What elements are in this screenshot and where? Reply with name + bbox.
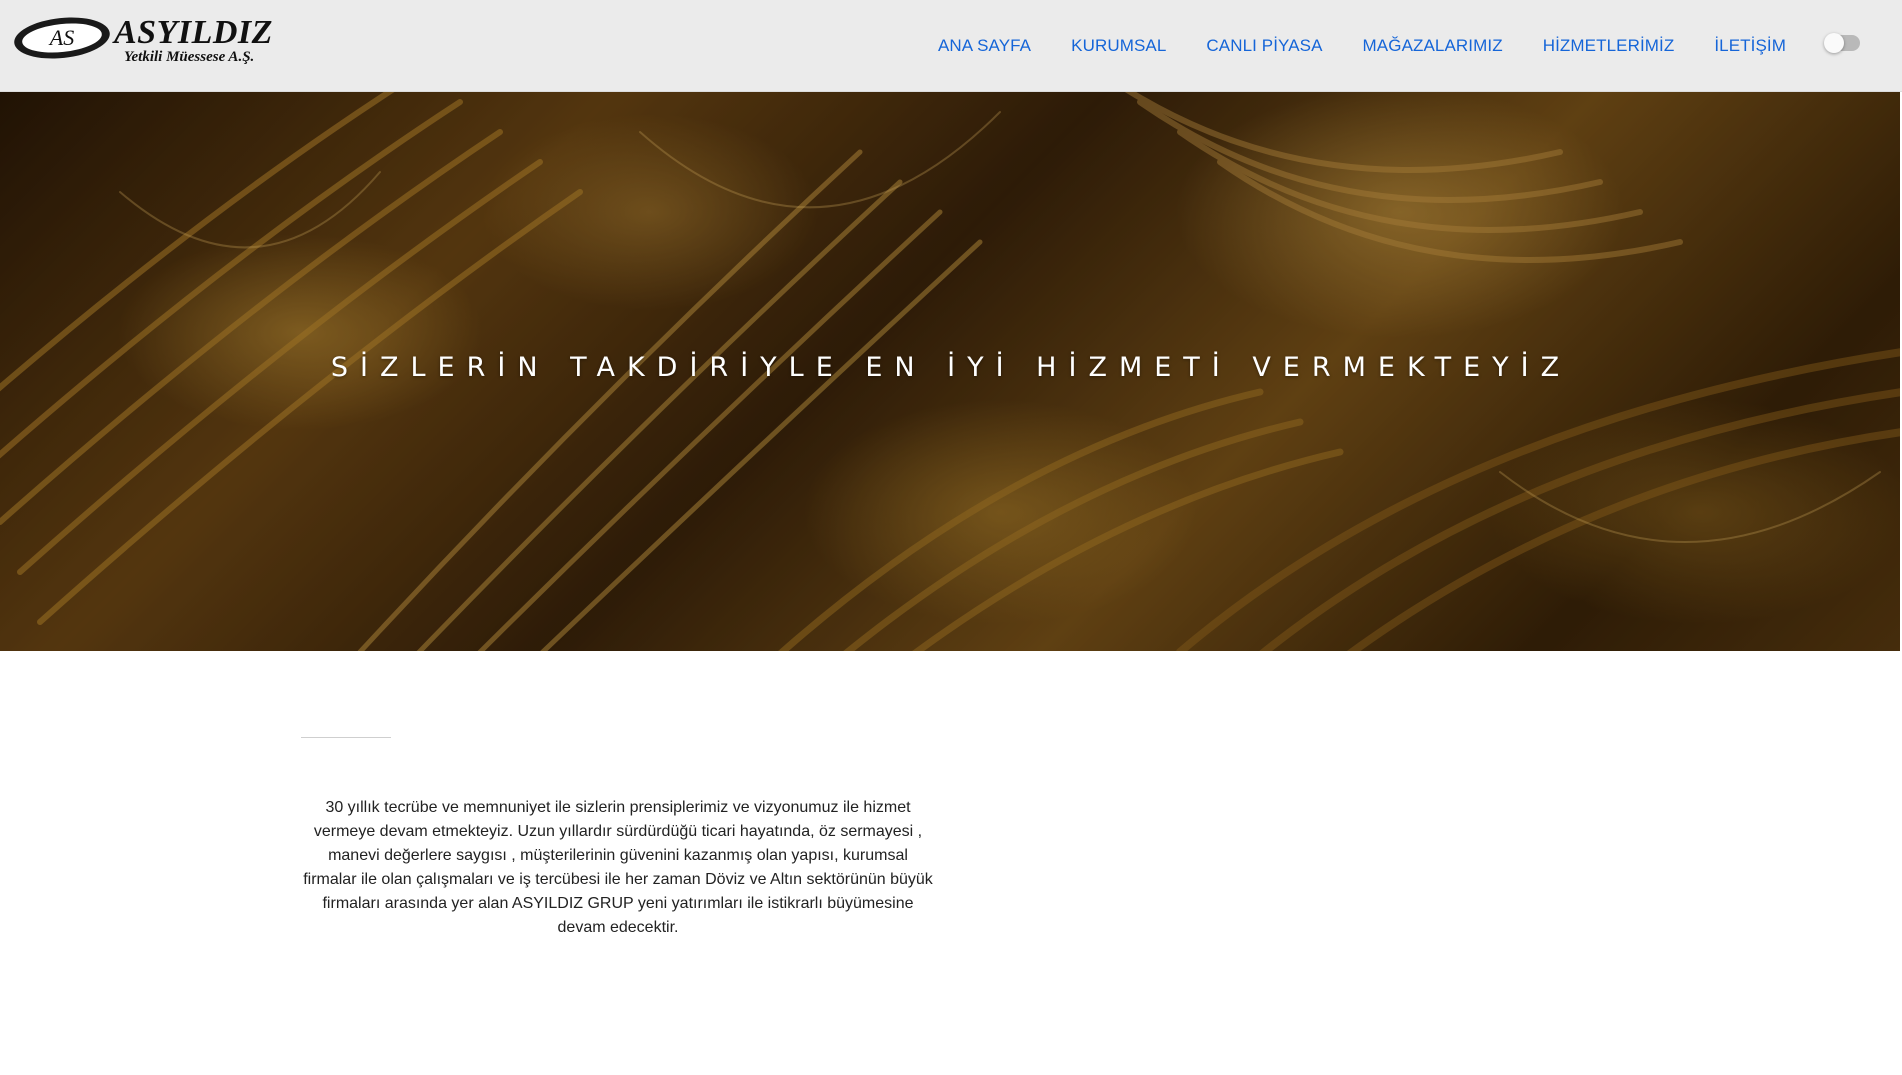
site-header: AS ASYILDIZ Yetkili Müessese A.Ş. ANA SA… — [0, 0, 1902, 92]
logo-initials: AS — [49, 25, 75, 50]
about-paragraph: 30 yıllık tecrübe ve memnuniyet ile sizl… — [303, 799, 933, 936]
nav-item-home[interactable]: ANA SAYFA — [938, 36, 1031, 56]
logo-emblem: AS — [12, 13, 112, 63]
nav-item-corporate[interactable]: KURUMSAL — [1071, 36, 1166, 56]
nav-item-stores[interactable]: MAĞAZALARIMIZ — [1363, 36, 1503, 56]
nav-item-live-market[interactable]: CANLI PİYASA — [1206, 36, 1322, 56]
logo-tagline: Yetkili Müessese A.Ş. — [124, 49, 255, 65]
section-divider — [301, 737, 391, 738]
logo-brand-name: ASYILDIZ — [114, 14, 273, 51]
hero-title: SİZLERİN TAKDİRİYLE EN İYİ HİZMETİ VERME… — [330, 352, 1572, 383]
nav-item-contact[interactable]: İLETİŞİM — [1714, 36, 1786, 56]
theme-toggle-switch[interactable] — [1824, 33, 1860, 53]
brand-logo[interactable]: AS ASYILDIZ Yetkili Müessese A.Ş. — [12, 13, 274, 70]
hero-banner: SİZLERİN TAKDİRİYLE EN İYİ HİZMETİ VERME… — [0, 92, 1902, 651]
main-nav: ANA SAYFA KURUMSAL CANLI PİYASA MAĞAZALA… — [938, 0, 1786, 92]
toggle-knob — [1824, 33, 1844, 53]
nav-item-services[interactable]: HİZMETLERİMİZ — [1543, 36, 1675, 56]
